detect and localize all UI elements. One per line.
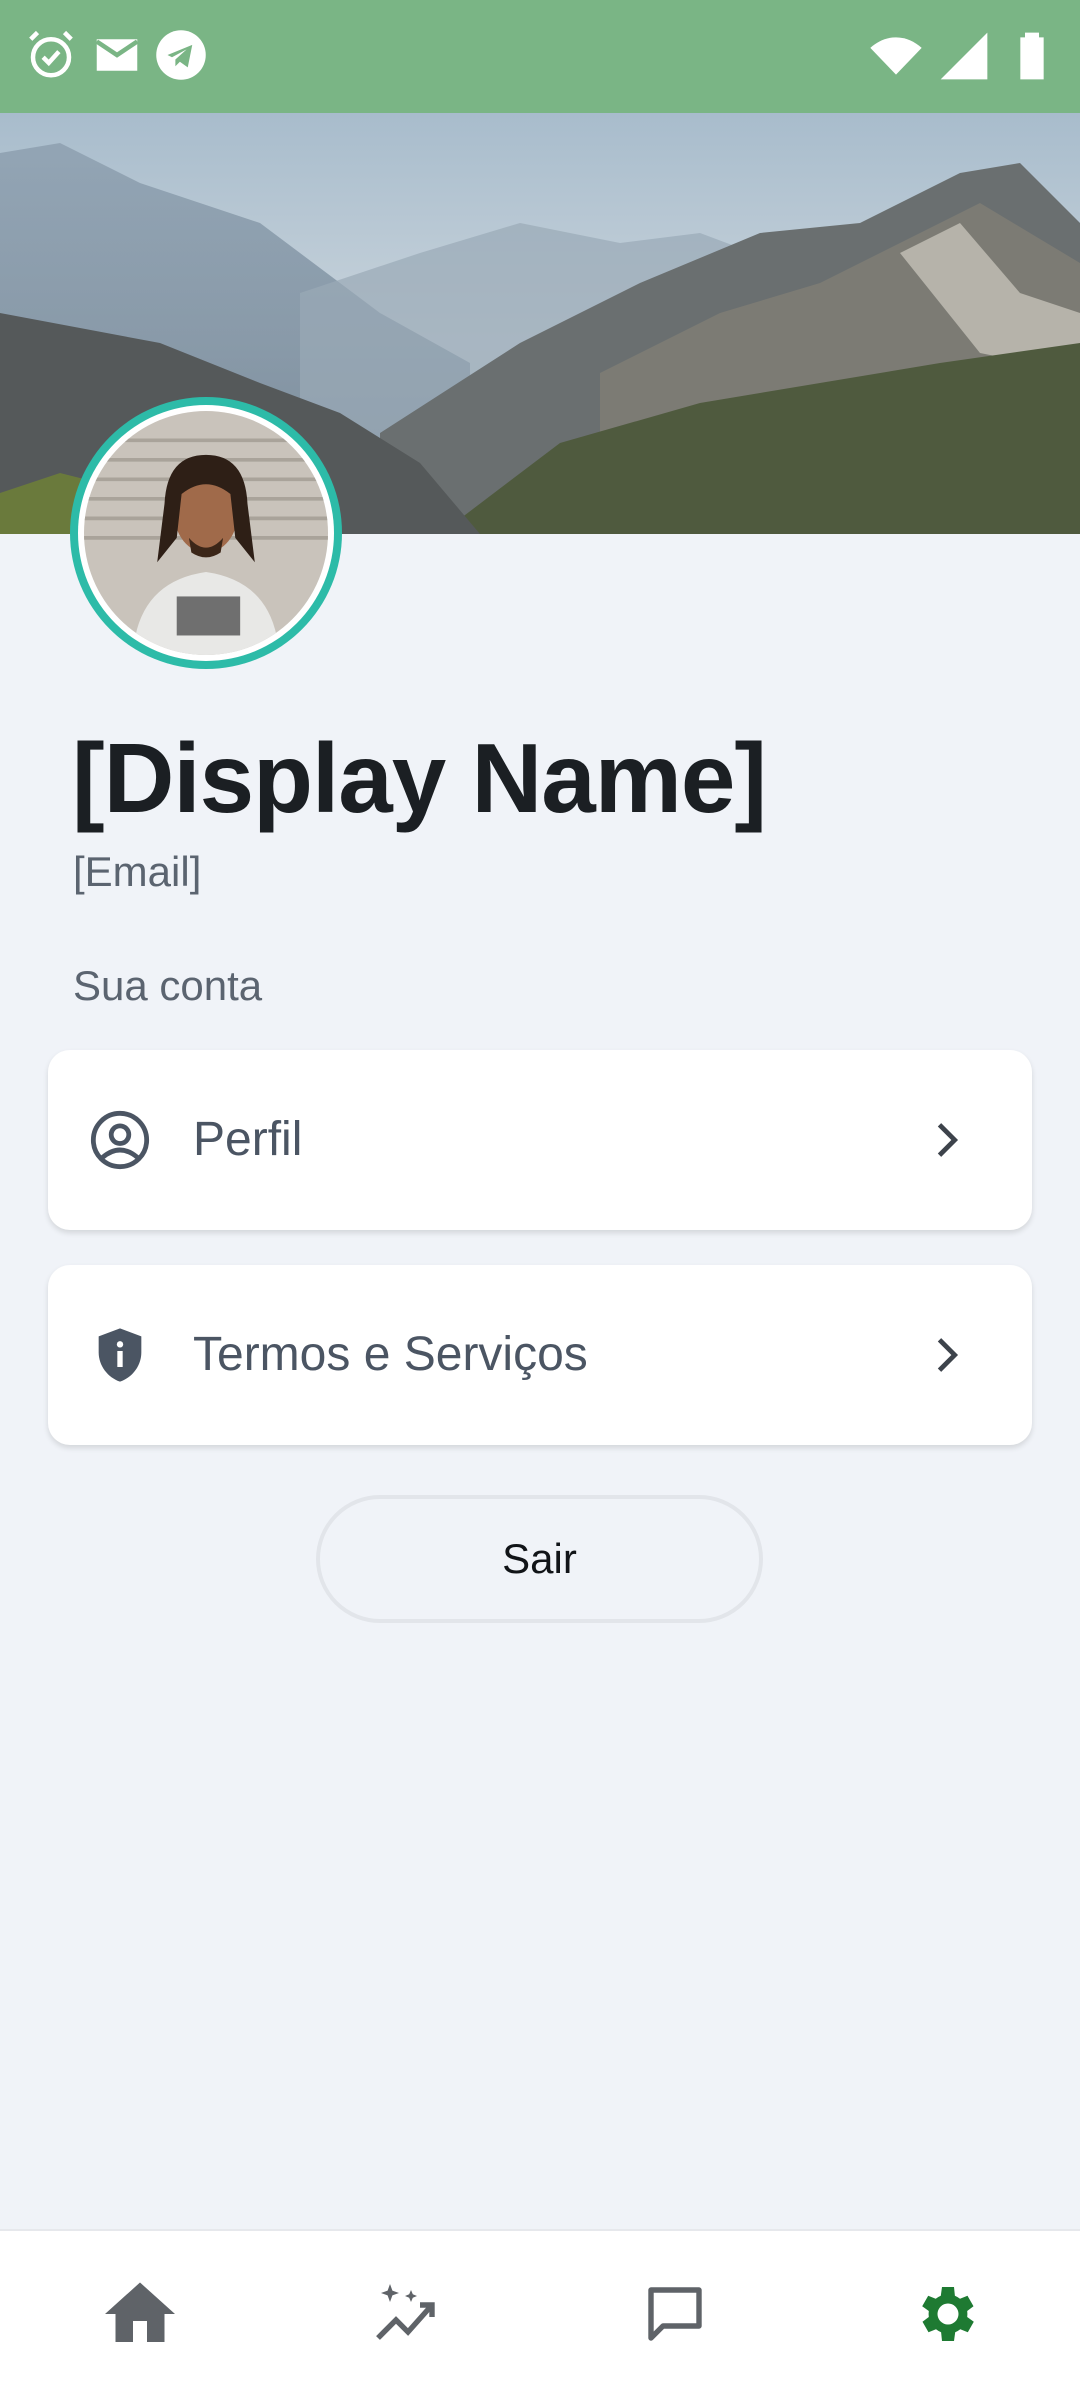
terms-menu-item[interactable]: Termos e Serviços — [48, 1265, 1032, 1445]
nav-messages[interactable] — [540, 2231, 810, 2400]
chevron-right-icon — [920, 1329, 972, 1386]
chat-icon — [639, 2278, 711, 2355]
home-icon — [98, 2272, 182, 2361]
status-bar — [0, 0, 1080, 113]
wifi-icon — [868, 28, 924, 89]
signal-icon — [936, 28, 992, 89]
nav-insights[interactable] — [270, 2231, 540, 2400]
terms-menu-label: Termos e Serviços — [193, 1328, 588, 1381]
mail-icon — [90, 28, 144, 87]
user-photo — [84, 411, 328, 655]
chevron-right-icon — [920, 1114, 972, 1171]
display-name: [Display Name] — [72, 723, 767, 833]
profile-menu-item[interactable]: Perfil — [48, 1050, 1032, 1230]
telegram-icon — [154, 28, 208, 87]
battery-icon — [1004, 28, 1060, 89]
profile-menu-label: Perfil — [193, 1113, 303, 1166]
logout-button[interactable]: Sair — [316, 1495, 763, 1623]
sparkle-chart-icon — [369, 2278, 441, 2355]
nav-home[interactable] — [5, 2231, 275, 2400]
alarm-icon — [24, 28, 78, 87]
gear-icon — [909, 2278, 981, 2355]
nav-settings[interactable] — [810, 2231, 1080, 2400]
account-circle-icon — [88, 1108, 152, 1177]
shield-info-icon — [88, 1323, 152, 1392]
section-label-account: Sua conta — [73, 962, 263, 1009]
avatar[interactable] — [70, 397, 342, 669]
bottom-navigation — [0, 2229, 1080, 2400]
email-text: [Email] — [73, 848, 202, 895]
